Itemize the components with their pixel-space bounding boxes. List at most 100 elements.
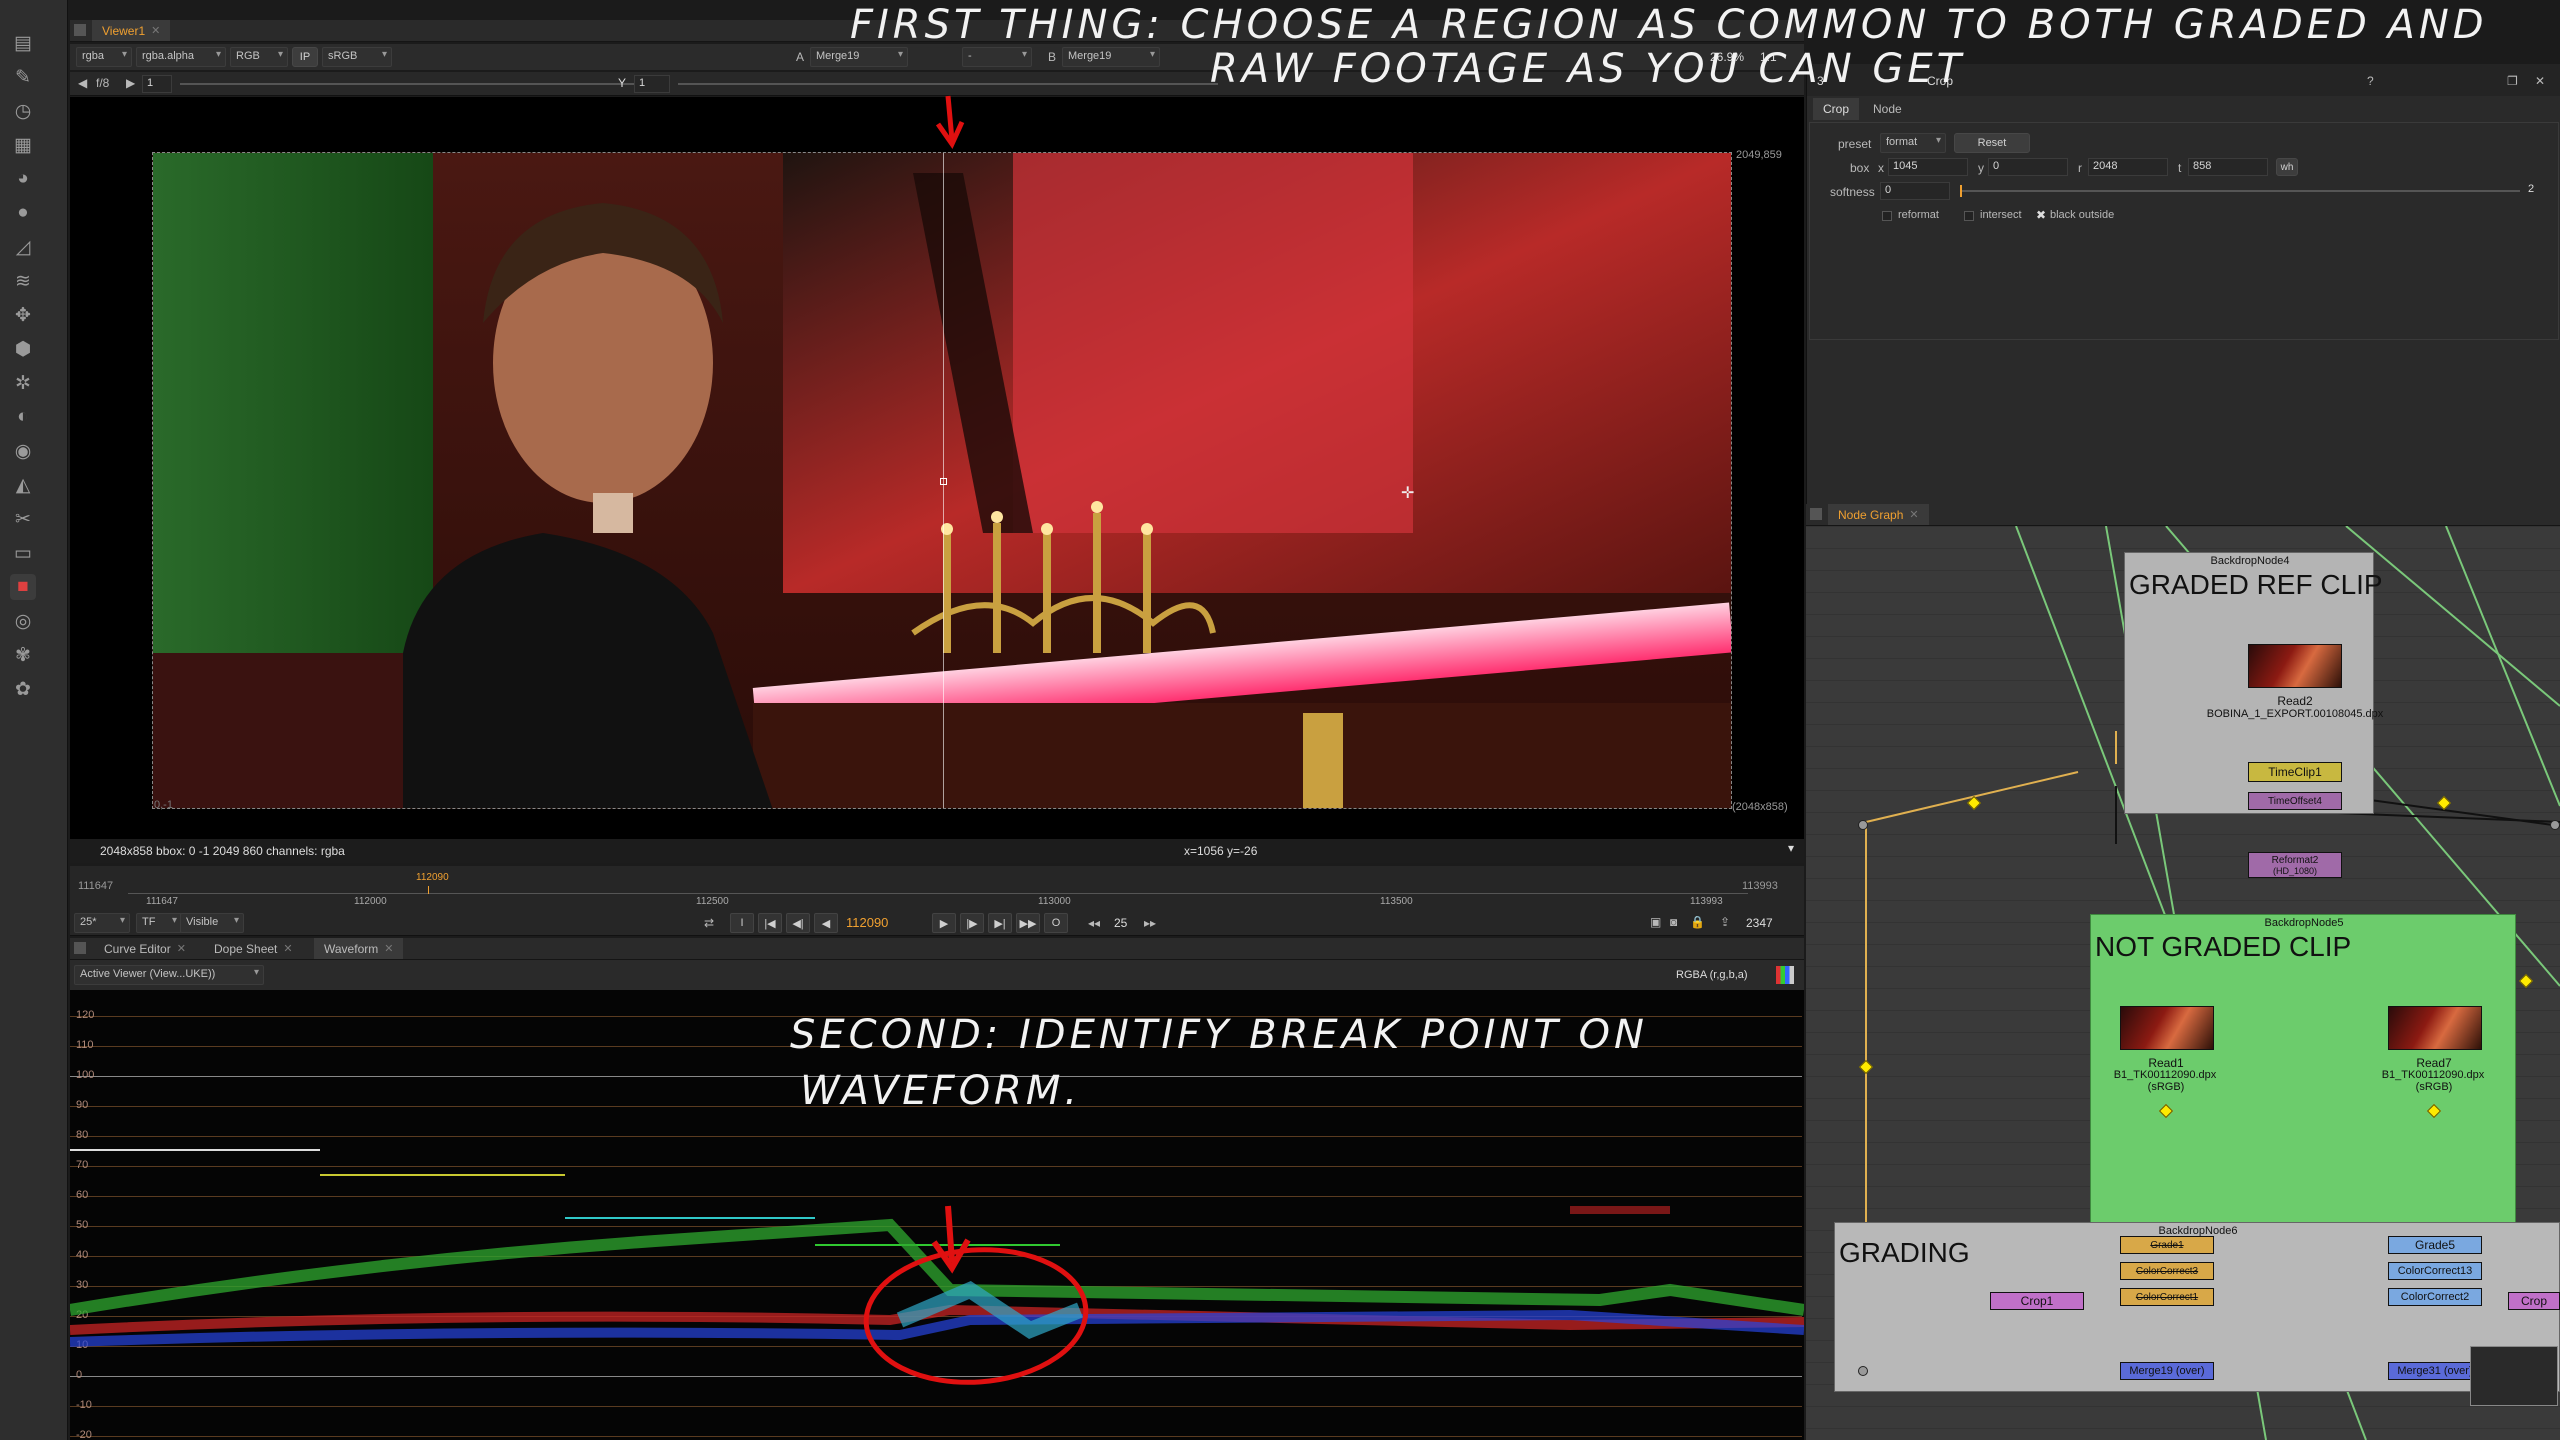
close-icon[interactable]: ✕	[151, 24, 160, 37]
export-icon[interactable]: ⇪	[1720, 915, 1730, 929]
softness-field[interactable]: 0	[1880, 182, 1950, 200]
gamma-slider[interactable]	[678, 83, 1218, 85]
deep-icon[interactable]: ◐	[10, 404, 36, 430]
panel-menu-icon[interactable]	[1810, 508, 1822, 520]
close-icon[interactable]: ✕	[283, 942, 292, 955]
close-icon[interactable]: ✕	[177, 942, 186, 955]
gamma-field[interactable]: 1	[634, 75, 670, 93]
loop-icon[interactable]: ⇄	[704, 916, 714, 930]
wh-button[interactable]: wh	[2276, 158, 2298, 176]
viewer-image[interactable]: ✛	[152, 152, 1732, 809]
box-t-field[interactable]: 858	[2188, 158, 2268, 176]
gizmo-icon[interactable]: ✿	[10, 676, 36, 702]
skip-back-icon[interactable]: ◂◂	[1088, 916, 1100, 930]
current-frame-field[interactable]: 112090	[846, 915, 888, 930]
draw-icon[interactable]: ✎	[10, 64, 36, 90]
fps-select[interactable]: 25*	[74, 913, 130, 933]
metadata-icon[interactable]: ◭	[10, 472, 36, 498]
black-outside-checkbox[interactable]: ✖	[2036, 208, 2046, 222]
lut-select[interactable]: sRGB	[322, 47, 392, 67]
timeline-end[interactable]: 113993	[1742, 880, 1778, 892]
transform-icon[interactable]: ✥	[10, 302, 36, 328]
image-icon[interactable]: ▤	[10, 30, 36, 56]
read7-thumbnail[interactable]	[2388, 1006, 2482, 1050]
time-icon[interactable]: ◷	[10, 98, 36, 124]
help-icon[interactable]: ?	[2367, 74, 2374, 88]
input-b-select[interactable]: Merge19	[1062, 47, 1160, 67]
furnace-icon[interactable]: ■	[10, 574, 36, 600]
viewer-canvas[interactable]: ✛ 2049,859 0,-1 (2048x858)	[70, 97, 1804, 839]
lock-icon[interactable]: 🔒	[1690, 915, 1705, 929]
wipe-handle[interactable]	[940, 478, 947, 485]
next-frame-button[interactable]: |▶	[960, 913, 984, 933]
read1-thumbnail[interactable]	[2120, 1006, 2214, 1050]
panel-menu-icon[interactable]	[74, 24, 86, 36]
close-icon[interactable]: ✕	[2535, 74, 2545, 88]
node-colorcorrect3-disabled[interactable]: ColorCorrect3	[2120, 1262, 2214, 1280]
tab-node-graph[interactable]: Node Graph ✕	[1828, 504, 1929, 525]
dot-node[interactable]	[1858, 1366, 1868, 1376]
timeline[interactable]: 111647 112090 111647 112000 112500 11300…	[70, 866, 1804, 910]
reformat-checkbox[interactable]	[1882, 211, 1892, 221]
prev-stop-icon[interactable]: ◀	[78, 76, 87, 90]
last-frame-button[interactable]: ▶▶	[1016, 913, 1040, 933]
node-crop[interactable]: Crop	[2508, 1292, 2560, 1310]
info-expand-icon[interactable]: ▾	[1788, 841, 1794, 855]
tab-curve-editor[interactable]: Curve Editor ✕	[94, 938, 196, 959]
dot-node[interactable]	[2550, 820, 2560, 830]
box-y-field[interactable]: 0	[1988, 158, 2068, 176]
next-stop-icon[interactable]: ▶	[126, 76, 135, 90]
3d-icon[interactable]: ⬢	[10, 336, 36, 362]
dot-node[interactable]	[1858, 820, 1868, 830]
tab-waveform[interactable]: Waveform ✕	[314, 938, 404, 959]
node-grade5[interactable]: Grade5	[2388, 1236, 2482, 1254]
node-graph-canvas[interactable]: BackdropNode4 GRADED REF CLIP Read2 BOBI…	[1806, 526, 2560, 1440]
views-icon[interactable]: ◉	[10, 438, 36, 464]
node-transform[interactable]: Reformat2 (HD_1080)	[2248, 852, 2342, 878]
play-backward-button[interactable]: ◀	[814, 913, 838, 933]
tf-select[interactable]: TF	[136, 913, 182, 933]
tab-dope-sheet[interactable]: Dope Sheet ✕	[204, 938, 303, 959]
wipe-select[interactable]: -	[962, 47, 1032, 67]
tab-viewer1[interactable]: Viewer1 ✕	[92, 20, 171, 41]
play-forward-button[interactable]: ▶	[932, 913, 956, 933]
reset-button[interactable]: Reset	[1954, 133, 2030, 153]
out-point-button[interactable]: O	[1044, 913, 1068, 933]
read2-thumbnail[interactable]	[2248, 644, 2342, 688]
ip-button[interactable]: IP	[292, 47, 318, 67]
preset-select[interactable]: format	[1880, 133, 1946, 153]
ofx-icon[interactable]: ◎	[10, 608, 36, 634]
first-frame-button[interactable]: |◀	[758, 913, 782, 933]
node-colorcorrect2[interactable]: ColorCorrect2	[2388, 1288, 2482, 1306]
capture-icon[interactable]: ◙	[1670, 915, 1677, 929]
node-merge31[interactable]: Merge31 (over)	[2388, 1362, 2482, 1380]
channel-icon[interactable]: ▦	[10, 132, 36, 158]
alpha-select[interactable]: rgba.alpha	[136, 47, 226, 67]
in-point-button[interactable]: I	[730, 913, 754, 933]
gain-slider[interactable]	[180, 83, 670, 85]
intersect-checkbox[interactable]	[1964, 211, 1974, 221]
next-keyframe-button[interactable]: ▶|	[988, 913, 1012, 933]
visible-select[interactable]: Visible	[180, 913, 244, 933]
box-x-field[interactable]: 1045	[1888, 158, 1968, 176]
particles-icon[interactable]: ✲	[10, 370, 36, 396]
node-colorcorrect13[interactable]: ColorCorrect13	[2388, 1262, 2482, 1280]
node-timeoffset[interactable]: TimeOffset4	[2248, 792, 2342, 810]
softness-slider[interactable]	[1960, 185, 2520, 197]
node-timeclip[interactable]: TimeClip1	[2248, 762, 2342, 782]
channels-select[interactable]: rgba	[76, 47, 132, 67]
node-merge19[interactable]: Merge19 (over)	[2120, 1362, 2214, 1380]
timeline-start[interactable]: 111647	[78, 880, 113, 892]
node-crop1[interactable]: Crop1	[1990, 1292, 2084, 1310]
merge-icon[interactable]: ≋	[10, 268, 36, 294]
color-icon[interactable]: ◕	[10, 166, 36, 192]
flipbook-icon[interactable]: ▣	[1650, 915, 1661, 929]
skip-forward-icon[interactable]: ▸▸	[1144, 916, 1156, 930]
fstop-label[interactable]: f/8	[96, 76, 109, 90]
playhead[interactable]	[428, 886, 429, 894]
tab-crop[interactable]: Crop	[1813, 98, 1860, 120]
waveform-source-select[interactable]: Active Viewer (View...UKE))	[74, 965, 264, 985]
gain-field[interactable]: 1	[142, 75, 172, 93]
graph-minimap[interactable]	[2470, 1346, 2558, 1406]
toolsets-icon[interactable]: ✂	[10, 506, 36, 532]
